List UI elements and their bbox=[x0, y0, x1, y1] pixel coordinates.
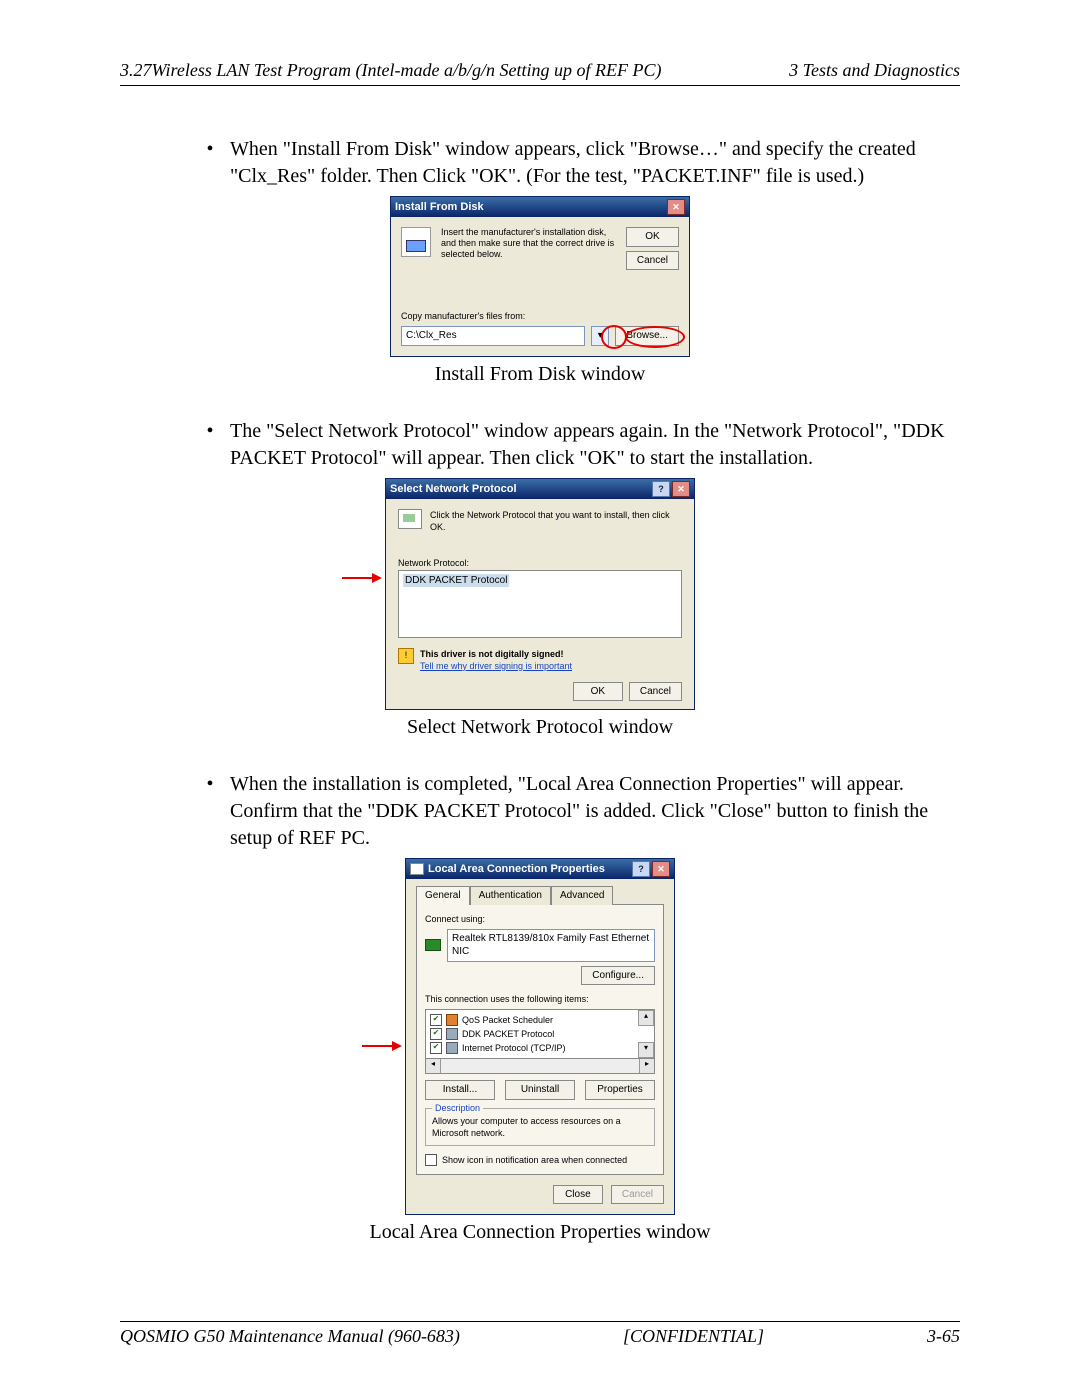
close-icon[interactable]: ✕ bbox=[652, 861, 670, 877]
copy-from-label: Copy manufacturer's files from: bbox=[401, 310, 679, 322]
list-item[interactable]: ✔ QoS Packet Scheduler bbox=[430, 1013, 650, 1027]
description-text: Allows your computer to access resources… bbox=[432, 1116, 621, 1138]
scroll-up-button[interactable]: ▴ bbox=[638, 1010, 654, 1026]
dialog-message: Click the Network Protocol that you want… bbox=[430, 509, 682, 533]
dialog-titlebar: Select Network Protocol ? ✕ bbox=[386, 479, 694, 499]
protocol-icon bbox=[446, 1028, 458, 1040]
list-item[interactable]: ✔ Internet Protocol (TCP/IP) bbox=[430, 1041, 650, 1055]
bullet-text: When the installation is completed, "Loc… bbox=[230, 771, 960, 852]
select-network-protocol-dialog: Select Network Protocol ? ✕ Click the Ne… bbox=[385, 478, 695, 710]
tab-bar: General Authentication Advanced bbox=[416, 885, 664, 904]
path-input[interactable]: C:\Clx_Res bbox=[401, 326, 585, 346]
help-icon[interactable]: ? bbox=[652, 481, 670, 497]
dialog-title: Select Network Protocol bbox=[390, 482, 517, 497]
network-icon bbox=[398, 509, 422, 529]
scroll-right-button[interactable]: ▸ bbox=[639, 1059, 654, 1073]
close-button[interactable]: Close bbox=[553, 1185, 603, 1205]
header-left: 3.27Wireless LAN Test Program (Intel-mad… bbox=[120, 60, 661, 81]
adapter-field: Realtek RTL8139/810x Family Fast Etherne… bbox=[447, 929, 655, 962]
properties-button[interactable]: Properties bbox=[585, 1080, 655, 1100]
uninstall-button[interactable]: Uninstall bbox=[505, 1080, 575, 1100]
protocol-listbox[interactable]: DDK PACKET Protocol bbox=[398, 570, 682, 638]
close-icon[interactable]: ✕ bbox=[672, 481, 690, 497]
group-title: Description bbox=[432, 1102, 483, 1114]
checkbox[interactable]: ✔ bbox=[430, 1014, 442, 1026]
scroll-left-button[interactable]: ◂ bbox=[426, 1059, 441, 1073]
footer-center: [CONFIDENTIAL] bbox=[623, 1326, 764, 1347]
header-right: 3 Tests and Diagnostics bbox=[789, 60, 960, 81]
description-group: Description Allows your computer to acce… bbox=[425, 1108, 655, 1146]
dialog-title: Install From Disk bbox=[395, 200, 484, 215]
install-from-disk-dialog: Install From Disk ✕ Insert the manufactu… bbox=[390, 196, 690, 357]
figure-caption: Select Network Protocol window bbox=[120, 714, 960, 741]
connect-using-label: Connect using: bbox=[425, 913, 655, 925]
tab-general[interactable]: General bbox=[416, 886, 470, 905]
items-label: This connection uses the following items… bbox=[425, 993, 655, 1005]
dialog-message: Insert the manufacturer's installation d… bbox=[441, 227, 616, 259]
checkbox[interactable]: ✔ bbox=[425, 1154, 437, 1166]
horizontal-scrollbar[interactable]: ◂ ▸ bbox=[425, 1059, 655, 1074]
protocol-icon bbox=[446, 1042, 458, 1054]
install-button[interactable]: Install... bbox=[425, 1080, 495, 1100]
disk-icon bbox=[401, 227, 431, 257]
bullet-item: • The "Select Network Protocol" window a… bbox=[190, 418, 960, 472]
checkbox[interactable]: ✔ bbox=[430, 1028, 442, 1040]
bullet-item: • When the installation is completed, "L… bbox=[190, 771, 960, 852]
page-footer: QOSMIO G50 Maintenance Manual (960-683) … bbox=[120, 1321, 960, 1347]
figure-caption: Local Area Connection Properties window bbox=[120, 1219, 960, 1246]
ok-button[interactable]: OK bbox=[626, 227, 679, 247]
bullet-text: When "Install From Disk" window appears,… bbox=[230, 136, 960, 190]
list-item[interactable]: ✔ DDK PACKET Protocol bbox=[430, 1027, 650, 1041]
local-area-connection-properties-dialog: Local Area Connection Properties ? ✕ Gen… bbox=[405, 858, 675, 1215]
page-content: • When "Install From Disk" window appear… bbox=[120, 136, 960, 1246]
list-item[interactable]: DDK PACKET Protocol bbox=[403, 574, 509, 588]
item-label: QoS Packet Scheduler bbox=[462, 1014, 553, 1026]
cancel-button: Cancel bbox=[611, 1185, 664, 1205]
bullet-marker: • bbox=[190, 136, 230, 190]
page-header: 3.27Wireless LAN Test Program (Intel-mad… bbox=[120, 60, 960, 86]
item-label: DDK PACKET Protocol bbox=[462, 1028, 554, 1040]
figure-caption: Install From Disk window bbox=[120, 361, 960, 388]
nic-icon bbox=[425, 939, 441, 951]
configure-button[interactable]: Configure... bbox=[581, 966, 655, 986]
checkbox[interactable]: ✔ bbox=[430, 1042, 442, 1054]
list-label: Network Protocol: bbox=[398, 557, 682, 569]
close-icon[interactable]: ✕ bbox=[667, 199, 685, 215]
dialog-titlebar: Install From Disk ✕ bbox=[391, 197, 689, 217]
bullet-text: The "Select Network Protocol" window app… bbox=[230, 418, 960, 472]
page: 3.27Wireless LAN Test Program (Intel-mad… bbox=[0, 0, 1080, 1397]
tab-panel: Connect using: Realtek RTL8139/810x Fami… bbox=[416, 904, 664, 1175]
warning-icon: ! bbox=[398, 648, 414, 664]
connection-icon bbox=[410, 863, 424, 875]
browse-button[interactable]: Browse... bbox=[615, 326, 679, 346]
items-listbox[interactable]: ✔ QoS Packet Scheduler ✔ DDK PACKET Prot… bbox=[425, 1009, 655, 1059]
tab-authentication[interactable]: Authentication bbox=[470, 886, 551, 905]
qos-icon bbox=[446, 1014, 458, 1026]
help-icon[interactable]: ? bbox=[632, 861, 650, 877]
footer-left: QOSMIO G50 Maintenance Manual (960-683) bbox=[120, 1326, 460, 1347]
cancel-button[interactable]: Cancel bbox=[626, 251, 679, 271]
cancel-button[interactable]: Cancel bbox=[629, 682, 682, 702]
scroll-down-button[interactable]: ▾ bbox=[638, 1042, 654, 1058]
footer-right: 3-65 bbox=[927, 1326, 960, 1347]
bullet-marker: • bbox=[190, 418, 230, 472]
bullet-item: • When "Install From Disk" window appear… bbox=[190, 136, 960, 190]
dialog-title: Local Area Connection Properties bbox=[410, 862, 605, 877]
dropdown-button[interactable]: ▾ bbox=[591, 326, 609, 346]
signing-info-link[interactable]: Tell me why driver signing is important bbox=[420, 661, 572, 671]
warning-text: This driver is not digitally signed! bbox=[420, 649, 564, 659]
show-icon-label: Show icon in notification area when conn… bbox=[442, 1154, 627, 1166]
ok-button[interactable]: OK bbox=[573, 682, 623, 702]
bullet-marker: • bbox=[190, 771, 230, 852]
dialog-titlebar: Local Area Connection Properties ? ✕ bbox=[406, 859, 674, 879]
item-label: Internet Protocol (TCP/IP) bbox=[462, 1042, 566, 1054]
tab-advanced[interactable]: Advanced bbox=[551, 886, 613, 905]
